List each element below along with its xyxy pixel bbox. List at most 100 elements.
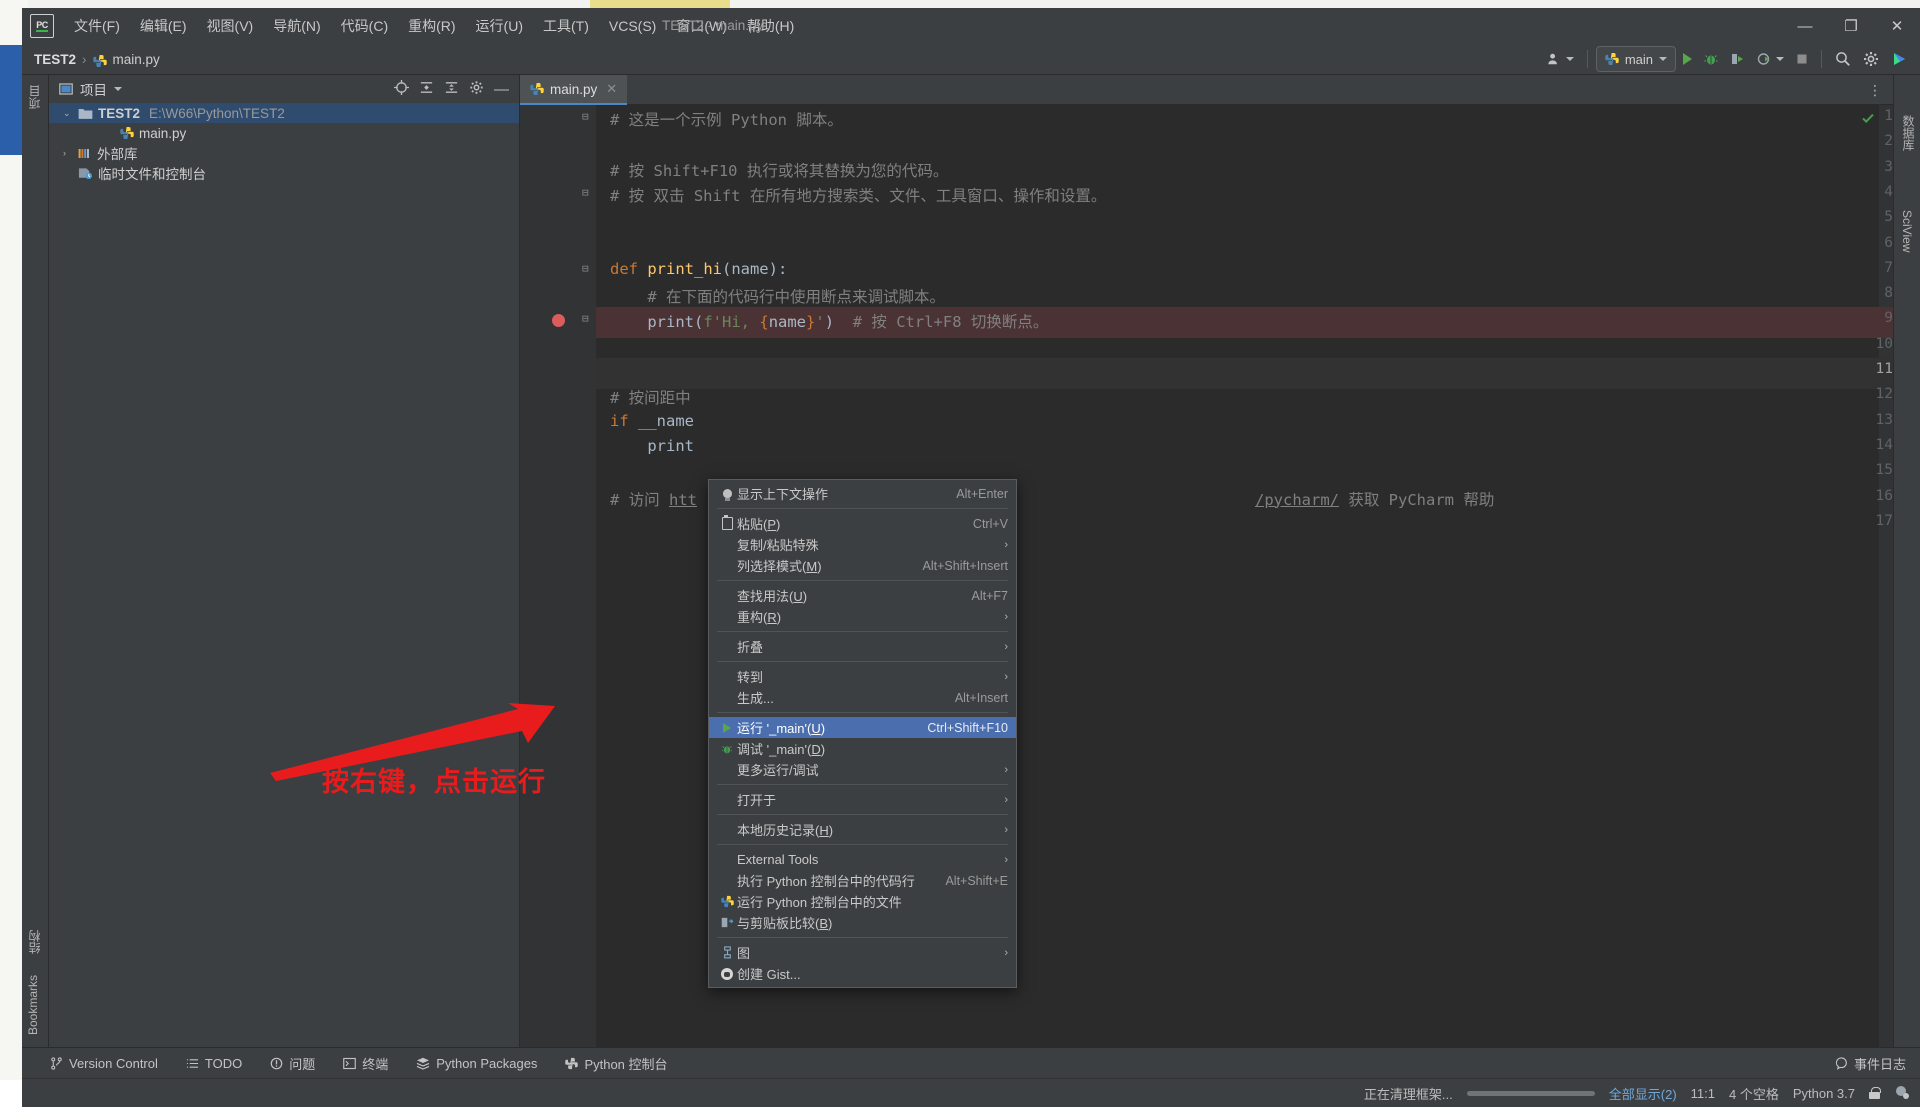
menu-open-in[interactable]: 打开于› — [709, 789, 1016, 810]
caret-position[interactable]: 11:1 — [1691, 1086, 1715, 1101]
breadcrumb-project[interactable]: TEST2 — [34, 52, 76, 67]
minimize-button[interactable]: — — [1782, 8, 1828, 44]
sidebar-item-database[interactable]: 数据库 — [1900, 115, 1917, 151]
menu-create-gist[interactable]: 创建 Gist... — [709, 963, 1016, 984]
code-line[interactable]: # 这是一个示例 Python 脚本。 — [610, 108, 843, 130]
menu-run-file-in-console[interactable]: 运行 Python 控制台中的文件 — [709, 891, 1016, 912]
tool-terminal[interactable]: 终端 — [329, 1050, 402, 1077]
close-icon[interactable]: ✕ — [606, 81, 617, 97]
updates-icon[interactable] — [1886, 48, 1912, 70]
menu-diagrams[interactable]: 图› — [709, 942, 1016, 963]
code-line[interactable]: # 按 Shift+F10 执行或将其替换为您的代码。 — [610, 159, 948, 181]
menu-compare-with-clipboard[interactable]: 与剪贴板比较(B) — [709, 912, 1016, 933]
menu-more-run-debug[interactable]: 更多运行/调试› — [709, 759, 1016, 780]
editor-options-icon[interactable]: ⋮ — [1868, 82, 1883, 99]
menu-file[interactable]: 文件(F) — [64, 12, 130, 40]
editor-tab-bar[interactable]: main.py ✕ ⋮ — [520, 75, 1893, 105]
code-line[interactable]: # 按间距中 — [610, 386, 691, 408]
menu-edit[interactable]: 编辑(E) — [130, 12, 197, 40]
tool-python-packages[interactable]: Python Packages — [402, 1052, 551, 1075]
menu-show-context-actions[interactable]: 显示上下文操作Alt+Enter — [709, 483, 1016, 504]
sidebar-item-project[interactable]: 项目 — [26, 85, 43, 109]
code-line[interactable]: # 在下面的代码行中使用断点来调试脚本。 — [610, 285, 945, 307]
debug-button[interactable] — [1699, 49, 1723, 69]
breadcrumb-file[interactable]: main.py — [113, 52, 160, 67]
inspection-settings-icon[interactable] — [1894, 1084, 1910, 1103]
project-tree[interactable]: ⌄TEST2E:\W66\Python\TEST2main.py›外部库临时文件… — [49, 103, 519, 183]
gear-icon[interactable] — [1858, 48, 1884, 70]
maximize-button[interactable]: ❐ — [1828, 8, 1874, 44]
stop-button[interactable] — [1791, 50, 1813, 68]
chevron-down-icon[interactable]: ⌄ — [63, 108, 73, 119]
tool-python-console[interactable]: Python 控制台 — [551, 1050, 681, 1077]
code-fold-icon[interactable]: ⊟ — [582, 186, 589, 199]
menu-copy-paste-special[interactable]: 复制/粘贴特殊› — [709, 534, 1016, 555]
python-interpreter[interactable]: Python 3.7 — [1793, 1086, 1855, 1101]
editor-context-menu[interactable]: 显示上下文操作Alt+Enter 粘贴(P)Ctrl+V复制/粘贴特殊›列选择模式… — [708, 479, 1017, 988]
code-line[interactable]: # 访问 htt — [610, 488, 697, 510]
sidebar-item-structure[interactable]: 结构 — [26, 930, 43, 954]
window-controls[interactable]: — ❐ ✕ — [1782, 8, 1920, 44]
code-line[interactable]: if __name — [610, 412, 694, 430]
run-with-coverage-button[interactable] — [1725, 49, 1750, 69]
code-fold-icon[interactable]: ⊟ — [582, 262, 589, 275]
editor-tab-main-py[interactable]: main.py ✕ — [520, 75, 627, 105]
menu-external-tools[interactable]: External Tools› — [709, 849, 1016, 870]
event-log-button[interactable]: 事件日志 — [1835, 1054, 1906, 1073]
menu-local-history[interactable]: 本地历史记录(H)› — [709, 819, 1016, 840]
tool-version-control[interactable]: Version Control — [36, 1052, 172, 1075]
project-panel-actions[interactable]: — — [394, 80, 513, 98]
project-settings-gear-icon[interactable] — [469, 80, 484, 98]
hide-panel-icon[interactable]: — — [494, 81, 513, 98]
tree-node-test2[interactable]: ⌄TEST2E:\W66\Python\TEST2 — [49, 103, 519, 123]
menu-refactor[interactable]: 重构(R) — [398, 12, 465, 40]
menu-paste[interactable]: 粘贴(P)Ctrl+V — [709, 513, 1016, 534]
tool-todo[interactable]: TODO — [172, 1052, 256, 1075]
profile-button[interactable] — [1752, 49, 1789, 69]
chevron-right-icon[interactable]: › — [63, 148, 73, 158]
menu-vcs[interactable]: VCS(S) — [599, 14, 666, 38]
code-fold-icon[interactable]: ⊟ — [582, 312, 589, 325]
menu-generate[interactable]: 生成...Alt+Insert — [709, 687, 1016, 708]
select-opened-file-icon[interactable] — [394, 80, 409, 98]
menu-refactor[interactable]: 重构(R)› — [709, 606, 1016, 627]
breadcrumb[interactable]: TEST2 › main.py — [34, 52, 160, 67]
editor-gutter[interactable] — [520, 105, 596, 1048]
tree-node-[interactable]: 临时文件和控制台 — [49, 163, 519, 183]
code-line[interactable]: print — [610, 437, 694, 455]
menu-code[interactable]: 代码(C) — [331, 12, 398, 40]
menu-tools[interactable]: 工具(T) — [533, 12, 599, 40]
chevron-down-icon[interactable] — [114, 87, 122, 91]
close-button[interactable]: ✕ — [1874, 8, 1920, 44]
run-configuration-selector[interactable]: main — [1596, 46, 1676, 72]
menu-debug-main[interactable]: 调试 '_main'(D) — [709, 738, 1016, 759]
left-tool-strip[interactable]: 项目 结构 Bookmarks — [22, 75, 49, 1047]
menu-column-selection-mode[interactable]: 列选择模式(M)Alt+Shift+Insert — [709, 555, 1016, 576]
indent-setting[interactable]: 4 个空格 — [1729, 1084, 1779, 1103]
sidebar-item-sciview[interactable]: SciView — [1900, 210, 1914, 252]
menu-run-main[interactable]: 运行 '_main'(U)Ctrl+Shift+F10 — [709, 717, 1016, 738]
bottom-tool-window-bar[interactable]: Version ControlTODO问题终端Python PackagesPy… — [22, 1047, 1920, 1078]
status-bar-right[interactable]: 正在清理框架... 全部显示(2) 11:1 4 个空格 Python 3.7 — [1364, 1084, 1910, 1103]
menu-folding[interactable]: 折叠› — [709, 636, 1016, 657]
main-toolbar[interactable]: main — [1542, 44, 1912, 74]
tree-node-mainpy[interactable]: main.py — [49, 123, 519, 143]
search-icon[interactable] — [1830, 48, 1856, 70]
menu-goto[interactable]: 转到› — [709, 666, 1016, 687]
menu-navigate[interactable]: 导航(N) — [263, 12, 330, 40]
code-fold-icon[interactable]: ⊟ — [582, 110, 589, 123]
show-all-link[interactable]: 全部显示(2) — [1609, 1084, 1677, 1103]
code-line[interactable]: print(f'Hi, {name}') # 按 Ctrl+F8 切换断点。 — [610, 310, 1048, 332]
menu-execute-line-in-console[interactable]: 执行 Python 控制台中的代码行Alt+Shift+E — [709, 870, 1016, 891]
expand-all-icon[interactable] — [444, 80, 459, 98]
lock-icon[interactable] — [1869, 1087, 1880, 1099]
menu-find-usages[interactable]: 查找用法(U)Alt+F7 — [709, 585, 1016, 606]
menu-view[interactable]: 视图(V) — [197, 12, 264, 40]
user-account-icon[interactable] — [1542, 49, 1579, 69]
menu-run[interactable]: 运行(U) — [466, 12, 533, 40]
right-tool-strip[interactable]: 数据库 SciView — [1893, 75, 1920, 1047]
code-line[interactable]: # 按 双击 Shift 在所有地方搜索类、文件、工具窗口、操作和设置。 — [610, 184, 1106, 206]
tool-problems[interactable]: 问题 — [256, 1050, 329, 1077]
tree-node-[interactable]: ›外部库 — [49, 143, 519, 163]
collapse-all-icon[interactable] — [419, 80, 434, 98]
